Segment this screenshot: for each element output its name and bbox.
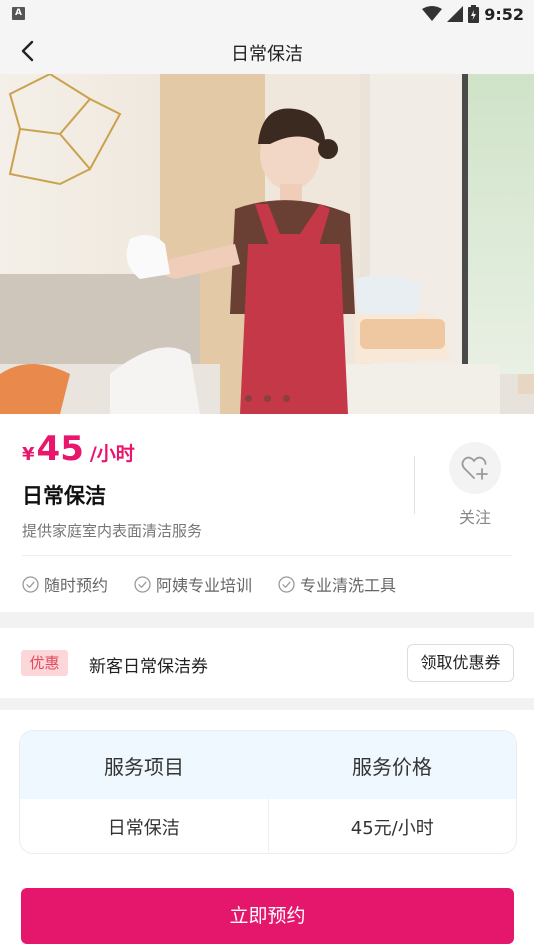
feature-label: 阿姨专业培训: [156, 576, 253, 595]
carousel-dot[interactable]: [282, 395, 290, 402]
feature-item: 随时预约: [22, 572, 108, 596]
page-title: 日常保洁: [231, 44, 303, 65]
carousel-dots: [0, 395, 534, 402]
notification-app-icon: A: [12, 7, 25, 20]
divider: [414, 456, 415, 514]
price-table: 服务项目 服务价格 日常保洁 45元/小时: [19, 730, 517, 854]
service-info-card: ¥ 45 /小时 日常保洁 提供家庭室内表面清洁服务 关注 随时预约 阿姨专业培…: [0, 414, 534, 612]
divider: [22, 555, 512, 556]
column-header: 服务价格: [352, 754, 432, 779]
claim-coupon-button[interactable]: 领取优惠券: [407, 644, 514, 682]
cellular-signal-icon: [447, 6, 464, 22]
nav-bar: 日常保洁: [0, 28, 534, 74]
status-bar: A 9:52: [0, 0, 534, 28]
carousel-dot[interactable]: [263, 395, 271, 402]
price-unit: /小时: [89, 443, 135, 465]
hero-image: [0, 74, 534, 414]
coupon-row: 优惠 新客日常保洁券 领取优惠券: [0, 628, 534, 698]
wifi-icon: [422, 6, 443, 21]
table-row: 日常保洁 45元/小时: [20, 799, 517, 853]
feature-item: 阿姨专业培训: [134, 572, 252, 596]
column-header: 服务项目: [104, 754, 184, 779]
price-currency: ¥: [22, 444, 35, 465]
price-section: 服务项目 服务价格 日常保洁 45元/小时 立即预约: [0, 710, 534, 950]
coupon-badge: 优惠: [21, 650, 68, 676]
follow-icon-circle: [449, 442, 501, 494]
feature-label: 随时预约: [44, 576, 109, 595]
price: ¥ 45 /小时: [22, 432, 135, 466]
check-circle-icon: [134, 575, 151, 593]
book-now-button[interactable]: 立即预约: [21, 888, 514, 944]
feature-list: 随时预约 阿姨专业培训 专业清洗工具: [22, 572, 396, 596]
follow-button[interactable]: 关注: [446, 442, 504, 528]
feature-item: 专业清洗工具: [278, 572, 396, 596]
status-time: 9:52: [484, 4, 524, 24]
price-value: 45: [36, 429, 84, 469]
status-icons: 9:52: [422, 4, 524, 24]
table-cell: 45元/小时: [267, 799, 517, 853]
service-name: 日常保洁: [22, 484, 106, 508]
check-circle-icon: [22, 575, 39, 593]
coupon-title: 新客日常保洁券: [89, 657, 208, 677]
service-description: 提供家庭室内表面清洁服务: [22, 522, 203, 540]
follow-label: 关注: [458, 508, 491, 527]
table-header: 服务项目 服务价格: [20, 731, 516, 799]
carousel-dot[interactable]: [244, 395, 252, 402]
feature-label: 专业清洗工具: [300, 576, 397, 595]
check-circle-icon: [278, 575, 295, 593]
table-cell: 日常保洁: [107, 818, 180, 839]
hero-carousel[interactable]: [0, 74, 534, 414]
battery-icon: [468, 5, 480, 23]
heart-plus-icon: [461, 456, 488, 480]
